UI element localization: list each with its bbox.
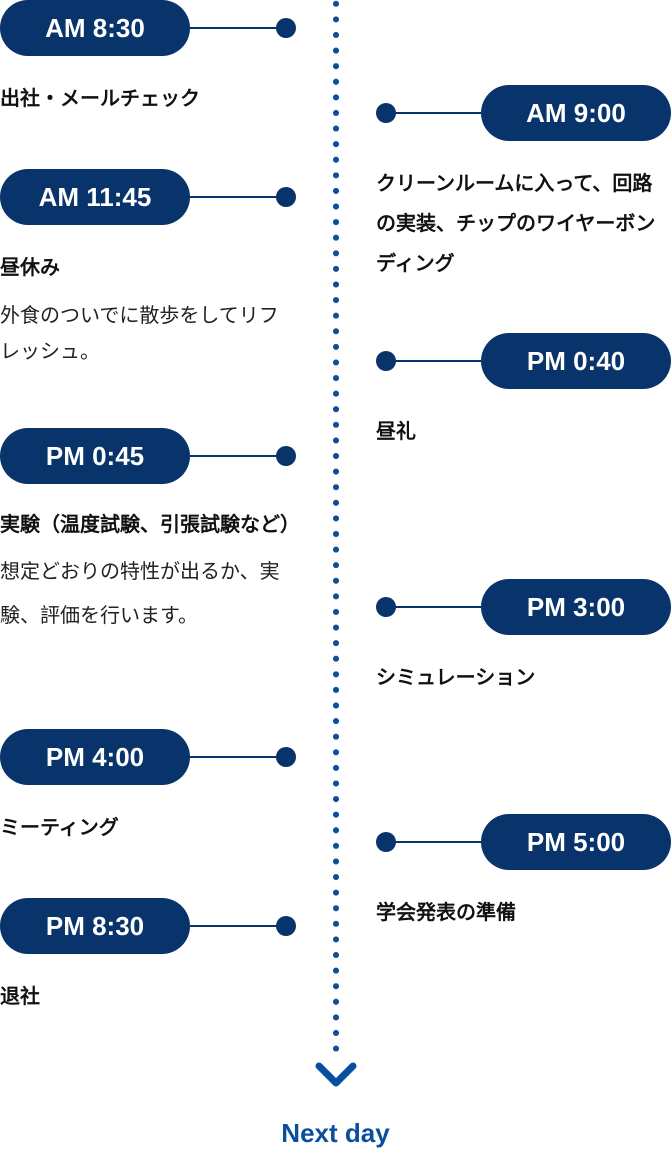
time-badge: PM 5:00 <box>481 814 671 870</box>
connector-line <box>190 455 286 457</box>
time-badge: PM 3:00 <box>481 579 671 635</box>
time-badge: PM 0:40 <box>481 333 671 389</box>
timeline-item: PM 5:00 学会発表の準備 <box>376 814 671 932</box>
time-badge: AM 11:45 <box>0 169 190 225</box>
time-badge: PM 8:30 <box>0 898 190 954</box>
connector-line <box>190 756 286 758</box>
time-badge: PM 4:00 <box>0 729 190 785</box>
item-title: 昼礼 <box>376 419 416 443</box>
item-title: 実験（温度試験、引張試験など） <box>0 512 300 536</box>
item-title: クリーンルームに入って、回路の実装、チップのワイヤーボンディング <box>376 171 656 275</box>
timeline-dot <box>276 916 296 936</box>
timeline-item: PM 8:30 退社 <box>0 898 300 1016</box>
next-day-label: Next day <box>281 1118 390 1148</box>
connector-line <box>386 112 481 114</box>
timeline-dotted-line <box>333 0 339 1052</box>
connector-line <box>386 606 481 608</box>
timeline-item: PM 0:40 昼礼 <box>376 333 671 451</box>
connector-line <box>190 27 286 29</box>
timeline-item: PM 3:00 シミュレーション <box>376 579 671 697</box>
timeline-dot <box>276 18 296 38</box>
connector-line <box>386 841 481 843</box>
item-title: 昼休み <box>0 255 60 279</box>
connector-line <box>190 925 286 927</box>
timeline-dot <box>276 446 296 466</box>
item-title: 学会発表の準備 <box>376 900 516 924</box>
timeline-item: AM 9:00 クリーンルームに入って、回路の実装、チップのワイヤーボンディング <box>376 85 671 283</box>
item-description: 外食のついでに散歩をしてリフレッシュ。 <box>0 303 279 363</box>
timeline-dot <box>276 747 296 767</box>
timeline-item: PM 4:00 ミーティング <box>0 729 300 847</box>
connector-line <box>190 196 286 198</box>
item-description: 想定どおりの特性が出るか、実験、評価を行います。 <box>0 559 280 627</box>
item-title: 出社・メールチェック <box>0 86 200 110</box>
item-title: シミュレーション <box>376 665 536 689</box>
connector-line <box>386 360 481 362</box>
chevron-down-icon <box>315 1062 357 1087</box>
item-title: 退社 <box>0 984 40 1008</box>
time-badge: AM 9:00 <box>481 85 671 141</box>
time-badge: PM 0:45 <box>0 428 190 484</box>
timeline-item: AM 8:30 出社・メールチェック <box>0 0 300 118</box>
timeline-dot <box>276 187 296 207</box>
item-title: ミーティング <box>0 815 119 839</box>
time-badge: AM 8:30 <box>0 0 190 56</box>
timeline-item: PM 0:45 実験（温度試験、引張試験など） 想定どおりの特性が出るか、実験、… <box>0 428 300 637</box>
timeline-item: AM 11:45 昼休み 外食のついでに散歩をしてリフレッシュ。 <box>0 169 300 369</box>
